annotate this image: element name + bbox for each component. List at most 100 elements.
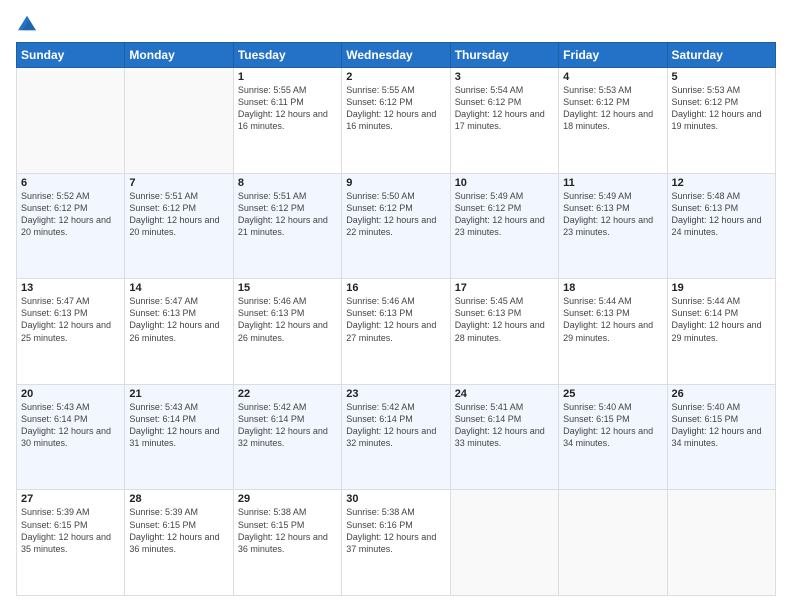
calendar-cell: 3Sunrise: 5:54 AM Sunset: 6:12 PM Daylig… <box>450 68 558 174</box>
calendar-cell: 24Sunrise: 5:41 AM Sunset: 6:14 PM Dayli… <box>450 384 558 490</box>
day-info: Sunrise: 5:55 AM Sunset: 6:11 PM Dayligh… <box>238 84 337 133</box>
day-info: Sunrise: 5:48 AM Sunset: 6:13 PM Dayligh… <box>672 190 771 239</box>
day-info: Sunrise: 5:52 AM Sunset: 6:12 PM Dayligh… <box>21 190 120 239</box>
day-number: 20 <box>21 388 120 400</box>
day-info: Sunrise: 5:53 AM Sunset: 6:12 PM Dayligh… <box>563 84 662 133</box>
day-number: 22 <box>238 388 337 400</box>
day-info: Sunrise: 5:40 AM Sunset: 6:15 PM Dayligh… <box>672 401 771 450</box>
day-number: 2 <box>346 71 445 83</box>
calendar-cell: 16Sunrise: 5:46 AM Sunset: 6:13 PM Dayli… <box>342 279 450 385</box>
header-thursday: Thursday <box>450 43 558 68</box>
day-info: Sunrise: 5:43 AM Sunset: 6:14 PM Dayligh… <box>21 401 120 450</box>
day-info: Sunrise: 5:49 AM Sunset: 6:13 PM Dayligh… <box>563 190 662 239</box>
calendar-cell: 27Sunrise: 5:39 AM Sunset: 6:15 PM Dayli… <box>17 490 125 596</box>
day-number: 26 <box>672 388 771 400</box>
day-info: Sunrise: 5:42 AM Sunset: 6:14 PM Dayligh… <box>346 401 445 450</box>
calendar-cell: 1Sunrise: 5:55 AM Sunset: 6:11 PM Daylig… <box>233 68 341 174</box>
calendar-cell: 12Sunrise: 5:48 AM Sunset: 6:13 PM Dayli… <box>667 173 775 279</box>
day-number: 14 <box>129 282 228 294</box>
calendar-cell: 30Sunrise: 5:38 AM Sunset: 6:16 PM Dayli… <box>342 490 450 596</box>
calendar-cell: 25Sunrise: 5:40 AM Sunset: 6:15 PM Dayli… <box>559 384 667 490</box>
day-info: Sunrise: 5:47 AM Sunset: 6:13 PM Dayligh… <box>129 295 228 344</box>
day-info: Sunrise: 5:39 AM Sunset: 6:15 PM Dayligh… <box>129 506 228 555</box>
weekday-header-row: Sunday Monday Tuesday Wednesday Thursday… <box>17 43 776 68</box>
logo-icon <box>18 14 36 32</box>
calendar-cell <box>17 68 125 174</box>
day-info: Sunrise: 5:55 AM Sunset: 6:12 PM Dayligh… <box>346 84 445 133</box>
day-info: Sunrise: 5:51 AM Sunset: 6:12 PM Dayligh… <box>129 190 228 239</box>
day-number: 19 <box>672 282 771 294</box>
calendar-cell: 7Sunrise: 5:51 AM Sunset: 6:12 PM Daylig… <box>125 173 233 279</box>
calendar-cell <box>667 490 775 596</box>
calendar-cell: 14Sunrise: 5:47 AM Sunset: 6:13 PM Dayli… <box>125 279 233 385</box>
calendar-week-row: 13Sunrise: 5:47 AM Sunset: 6:13 PM Dayli… <box>17 279 776 385</box>
day-info: Sunrise: 5:42 AM Sunset: 6:14 PM Dayligh… <box>238 401 337 450</box>
day-number: 28 <box>129 493 228 505</box>
calendar-cell: 6Sunrise: 5:52 AM Sunset: 6:12 PM Daylig… <box>17 173 125 279</box>
day-info: Sunrise: 5:38 AM Sunset: 6:15 PM Dayligh… <box>238 506 337 555</box>
calendar-cell: 5Sunrise: 5:53 AM Sunset: 6:12 PM Daylig… <box>667 68 775 174</box>
header-sunday: Sunday <box>17 43 125 68</box>
day-info: Sunrise: 5:44 AM Sunset: 6:14 PM Dayligh… <box>672 295 771 344</box>
day-number: 27 <box>21 493 120 505</box>
day-info: Sunrise: 5:46 AM Sunset: 6:13 PM Dayligh… <box>238 295 337 344</box>
day-info: Sunrise: 5:54 AM Sunset: 6:12 PM Dayligh… <box>455 84 554 133</box>
calendar-cell: 20Sunrise: 5:43 AM Sunset: 6:14 PM Dayli… <box>17 384 125 490</box>
calendar-week-row: 27Sunrise: 5:39 AM Sunset: 6:15 PM Dayli… <box>17 490 776 596</box>
day-info: Sunrise: 5:43 AM Sunset: 6:14 PM Dayligh… <box>129 401 228 450</box>
day-info: Sunrise: 5:40 AM Sunset: 6:15 PM Dayligh… <box>563 401 662 450</box>
calendar-cell <box>125 68 233 174</box>
header <box>16 16 776 32</box>
calendar-cell: 8Sunrise: 5:51 AM Sunset: 6:12 PM Daylig… <box>233 173 341 279</box>
calendar-cell: 4Sunrise: 5:53 AM Sunset: 6:12 PM Daylig… <box>559 68 667 174</box>
day-number: 24 <box>455 388 554 400</box>
calendar-cell <box>450 490 558 596</box>
day-info: Sunrise: 5:51 AM Sunset: 6:12 PM Dayligh… <box>238 190 337 239</box>
day-info: Sunrise: 5:45 AM Sunset: 6:13 PM Dayligh… <box>455 295 554 344</box>
calendar-cell: 18Sunrise: 5:44 AM Sunset: 6:13 PM Dayli… <box>559 279 667 385</box>
calendar-cell <box>559 490 667 596</box>
day-info: Sunrise: 5:41 AM Sunset: 6:14 PM Dayligh… <box>455 401 554 450</box>
header-saturday: Saturday <box>667 43 775 68</box>
day-info: Sunrise: 5:47 AM Sunset: 6:13 PM Dayligh… <box>21 295 120 344</box>
day-number: 30 <box>346 493 445 505</box>
calendar-cell: 10Sunrise: 5:49 AM Sunset: 6:12 PM Dayli… <box>450 173 558 279</box>
calendar-cell: 28Sunrise: 5:39 AM Sunset: 6:15 PM Dayli… <box>125 490 233 596</box>
day-number: 3 <box>455 71 554 83</box>
day-number: 16 <box>346 282 445 294</box>
header-wednesday: Wednesday <box>342 43 450 68</box>
day-info: Sunrise: 5:44 AM Sunset: 6:13 PM Dayligh… <box>563 295 662 344</box>
calendar-cell: 9Sunrise: 5:50 AM Sunset: 6:12 PM Daylig… <box>342 173 450 279</box>
day-number: 17 <box>455 282 554 294</box>
header-friday: Friday <box>559 43 667 68</box>
calendar-week-row: 1Sunrise: 5:55 AM Sunset: 6:11 PM Daylig… <box>17 68 776 174</box>
logo <box>16 16 36 32</box>
day-number: 1 <box>238 71 337 83</box>
calendar-cell: 29Sunrise: 5:38 AM Sunset: 6:15 PM Dayli… <box>233 490 341 596</box>
day-number: 7 <box>129 177 228 189</box>
calendar-cell: 26Sunrise: 5:40 AM Sunset: 6:15 PM Dayli… <box>667 384 775 490</box>
calendar-cell: 13Sunrise: 5:47 AM Sunset: 6:13 PM Dayli… <box>17 279 125 385</box>
day-info: Sunrise: 5:50 AM Sunset: 6:12 PM Dayligh… <box>346 190 445 239</box>
day-number: 8 <box>238 177 337 189</box>
day-number: 4 <box>563 71 662 83</box>
day-number: 10 <box>455 177 554 189</box>
calendar-table: Sunday Monday Tuesday Wednesday Thursday… <box>16 42 776 596</box>
day-number: 23 <box>346 388 445 400</box>
day-number: 18 <box>563 282 662 294</box>
page: Sunday Monday Tuesday Wednesday Thursday… <box>0 0 792 612</box>
day-number: 6 <box>21 177 120 189</box>
day-number: 5 <box>672 71 771 83</box>
day-number: 29 <box>238 493 337 505</box>
calendar-week-row: 20Sunrise: 5:43 AM Sunset: 6:14 PM Dayli… <box>17 384 776 490</box>
day-info: Sunrise: 5:38 AM Sunset: 6:16 PM Dayligh… <box>346 506 445 555</box>
day-number: 15 <box>238 282 337 294</box>
day-number: 25 <box>563 388 662 400</box>
calendar-cell: 17Sunrise: 5:45 AM Sunset: 6:13 PM Dayli… <box>450 279 558 385</box>
calendar-cell: 15Sunrise: 5:46 AM Sunset: 6:13 PM Dayli… <box>233 279 341 385</box>
calendar-cell: 22Sunrise: 5:42 AM Sunset: 6:14 PM Dayli… <box>233 384 341 490</box>
day-info: Sunrise: 5:39 AM Sunset: 6:15 PM Dayligh… <box>21 506 120 555</box>
day-number: 12 <box>672 177 771 189</box>
calendar-cell: 2Sunrise: 5:55 AM Sunset: 6:12 PM Daylig… <box>342 68 450 174</box>
calendar-week-row: 6Sunrise: 5:52 AM Sunset: 6:12 PM Daylig… <box>17 173 776 279</box>
